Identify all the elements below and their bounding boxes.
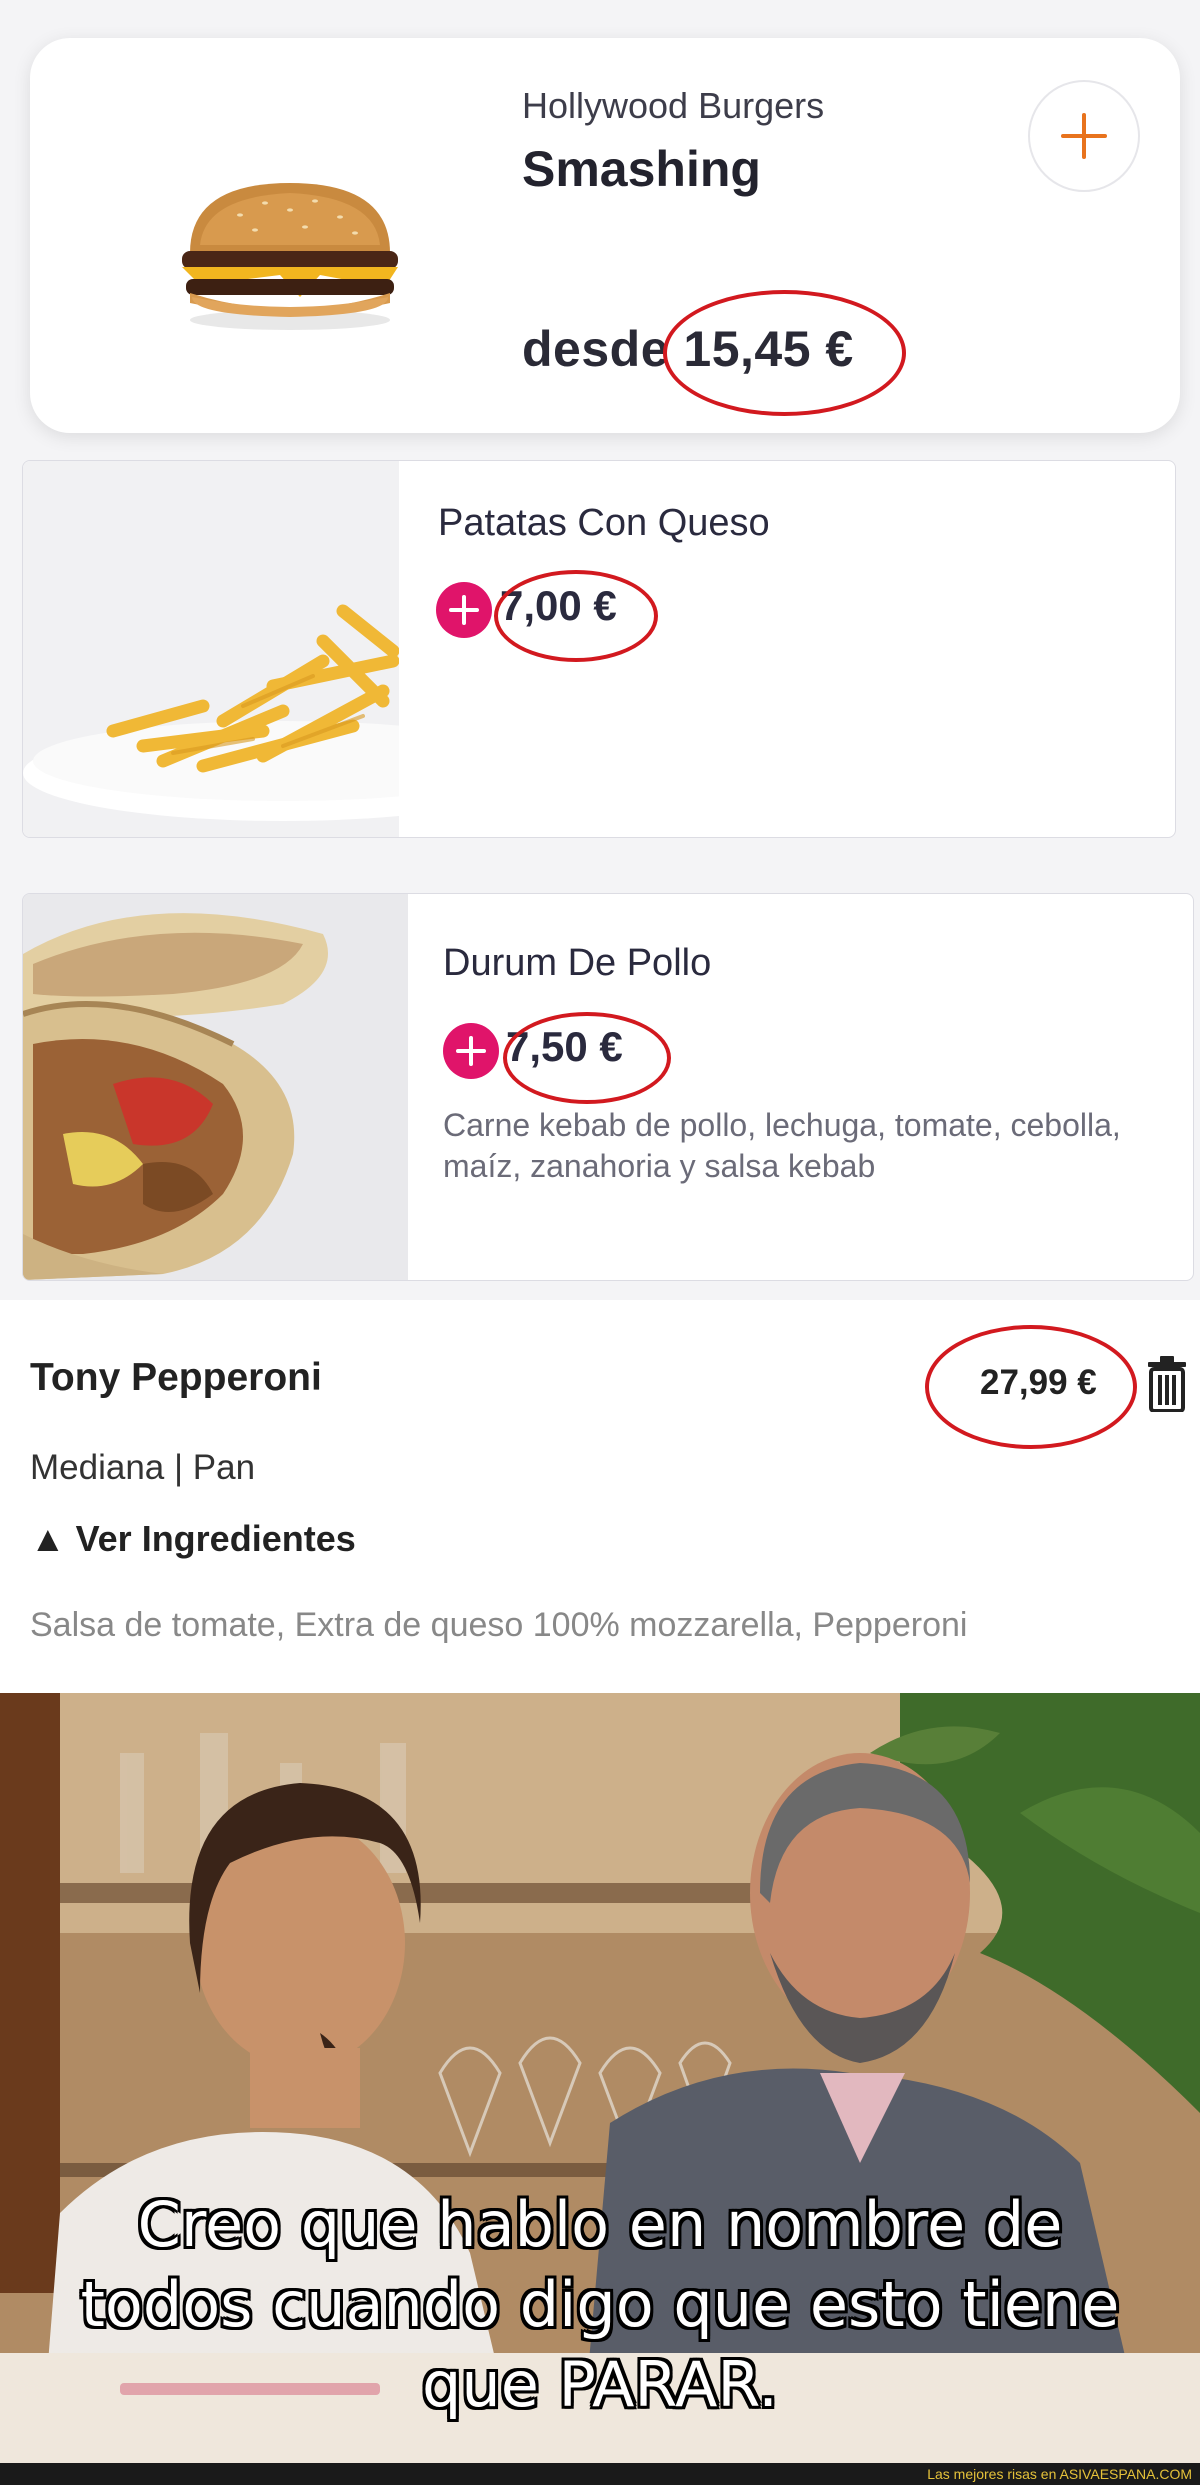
price-highlight-circle (503, 1012, 671, 1104)
price-highlight-circle (663, 290, 906, 416)
cart-item-options: Mediana | Pan (30, 1448, 256, 1487)
product-title: Durum De Pollo (443, 942, 712, 984)
plus-icon (456, 1036, 486, 1066)
cart-item-name: Tony Pepperoni (30, 1356, 322, 1399)
product-title: Smashing (522, 141, 761, 197)
watermark-text: Las mejores risas en ASIVAESPANA.COM (927, 2466, 1192, 2482)
price-highlight-circle (925, 1325, 1137, 1449)
meme-caption-line-1: Creo que hablo en nombre de (137, 2188, 1063, 2261)
add-button[interactable] (443, 1023, 499, 1079)
plus-icon (449, 595, 479, 625)
plus-icon (1061, 113, 1107, 159)
add-button[interactable] (436, 582, 492, 638)
burger-image (182, 183, 398, 330)
meme-caption-line-3: que PARAR. (422, 2348, 778, 2421)
durum-image (23, 894, 408, 1280)
price-highlight-circle (494, 570, 658, 662)
ingredients-toggle[interactable]: ▲ Ver Ingredientes (30, 1518, 356, 1560)
product-title: Patatas Con Queso (438, 502, 770, 544)
meme-caption-line-2: todos cuando digo que esto tiene (80, 2268, 1120, 2341)
product-description: Carne kebab de pollo, lechuga, tomate, c… (443, 1107, 1121, 1184)
fries-image (23, 461, 403, 837)
ingredients-list: Salsa de tomate, Extra de queso 100% moz… (30, 1606, 968, 1644)
restaurant-name: Hollywood Burgers (522, 85, 825, 126)
trash-icon[interactable] (1146, 1356, 1188, 1412)
add-button[interactable] (1028, 80, 1140, 192)
